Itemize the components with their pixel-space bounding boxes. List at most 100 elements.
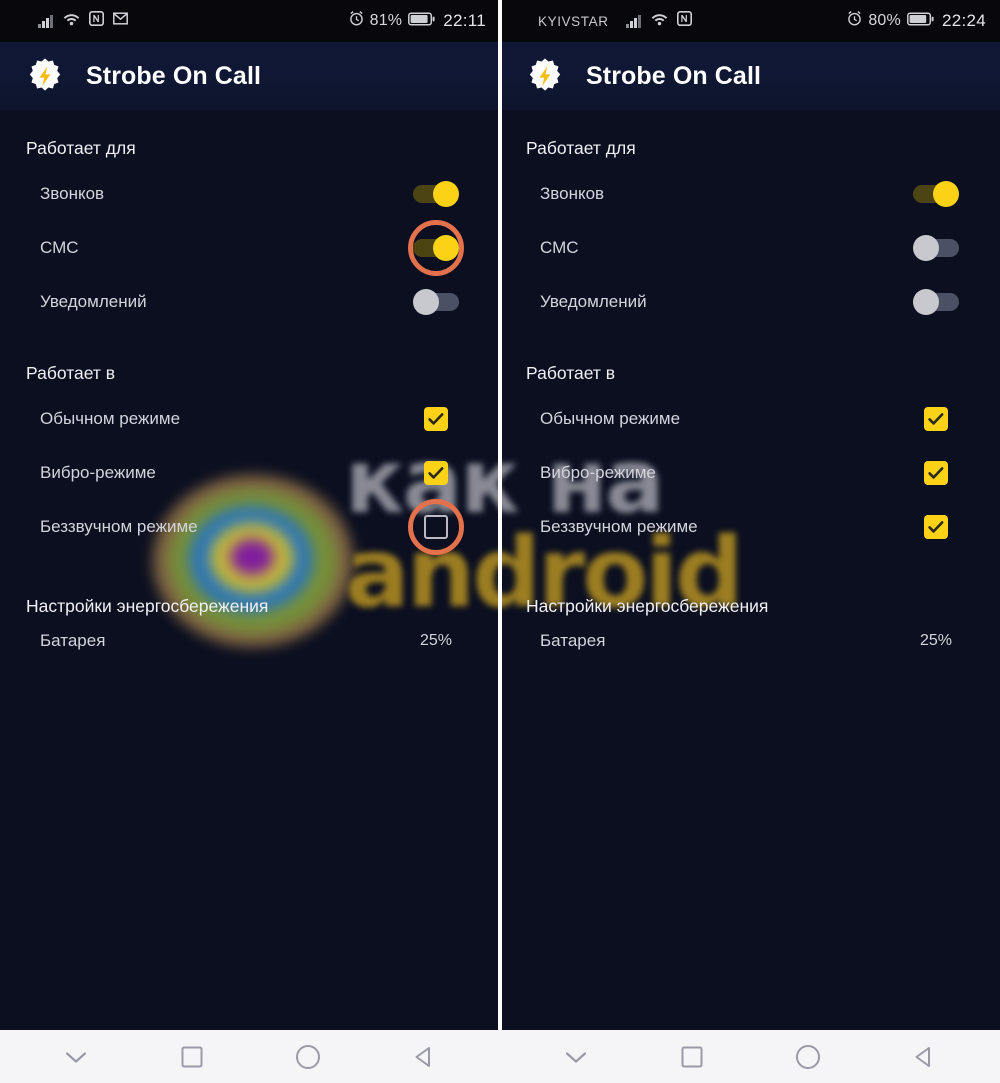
switch-wrap-calls-right[interactable] xyxy=(898,172,974,216)
row-value-battery-right: 25% xyxy=(919,632,952,649)
row-label-normal-mode-right: Обычном режиме xyxy=(540,409,681,428)
panel-divider xyxy=(498,0,502,1030)
lightning-badge-icon xyxy=(26,57,64,95)
home-button[interactable] xyxy=(280,1034,336,1080)
nfc-icon xyxy=(89,11,104,31)
navigation-bar-left xyxy=(0,1030,500,1083)
row-label-notifications-right: Уведомлений xyxy=(540,292,647,311)
row-value-battery-left: 25% xyxy=(419,632,452,649)
section-title-power-saving-left: Настройки энергосбережения xyxy=(26,596,269,616)
clock-left: 22:11 xyxy=(443,11,486,30)
carrier-label-right: KYIVSTAR xyxy=(538,13,609,29)
switch-sms-left[interactable] xyxy=(413,235,459,261)
row-calls-left[interactable]: Звонков xyxy=(26,167,474,221)
row-label-calls-right: Звонков xyxy=(540,184,605,203)
row-vibro-mode-right[interactable]: Вибро-режиме xyxy=(526,446,974,500)
row-label-normal-mode-left: Обычном режиме xyxy=(40,409,181,428)
checkbox-silent-mode-right[interactable] xyxy=(924,515,948,539)
recents-button[interactable] xyxy=(164,1034,220,1080)
switch-notifications-right[interactable] xyxy=(913,289,959,315)
section-title-works-in-left: Работает в xyxy=(26,363,116,383)
row-sms-left[interactable]: СМС xyxy=(26,220,474,276)
checkbox-vibro-mode-left[interactable] xyxy=(424,461,448,485)
row-label-silent-mode-left: Беззвучном режиме xyxy=(40,517,198,536)
recents-button[interactable] xyxy=(664,1034,720,1080)
switch-calls-right[interactable] xyxy=(913,181,959,207)
row-label-battery-right: Батарея xyxy=(540,631,606,650)
settings-content-left: Работает для Звонков СМС Уведомлений Раб… xyxy=(0,110,500,657)
hide-keyboard-button[interactable] xyxy=(48,1034,104,1080)
row-normal-mode-right[interactable]: Обычном режиме xyxy=(526,392,974,446)
gmail-icon xyxy=(113,12,128,30)
screenshot-root: как на android 81% 22:11 Strobe On Call … xyxy=(0,0,1000,1083)
status-bar-left: 81% 22:11 xyxy=(0,0,500,42)
home-button[interactable] xyxy=(780,1034,836,1080)
alarm-icon xyxy=(349,11,364,31)
checkbox-wrap-silent-mode-right[interactable] xyxy=(898,505,974,549)
checkbox-normal-mode-right[interactable] xyxy=(924,407,948,431)
app-title-left: Strobe On Call xyxy=(86,61,262,90)
switch-wrap-notifications-left[interactable] xyxy=(398,280,474,324)
signal-icon xyxy=(625,14,642,28)
row-notifications-right[interactable]: Уведомлений xyxy=(526,275,974,329)
switch-wrap-sms-right[interactable] xyxy=(898,226,974,270)
switch-wrap-calls-left[interactable] xyxy=(398,172,474,216)
checkbox-wrap-vibro-mode-left[interactable] xyxy=(398,451,474,495)
section-title-works-in-right: Работает в xyxy=(526,363,616,383)
back-button[interactable] xyxy=(396,1034,452,1080)
switch-notifications-left[interactable] xyxy=(413,289,459,315)
row-sms-right[interactable]: СМС xyxy=(526,221,974,275)
row-label-sms-right: СМС xyxy=(540,238,579,257)
row-label-vibro-mode-left: Вибро-режиме xyxy=(40,463,156,482)
row-vibro-mode-left[interactable]: Вибро-режиме xyxy=(26,446,474,500)
row-battery-right[interactable]: Батарея 25% xyxy=(526,625,974,657)
section-title-works-for-left: Работает для xyxy=(26,138,136,158)
row-normal-mode-left[interactable]: Обычном режиме xyxy=(26,392,474,446)
settings-content-right: Работает для Звонков СМС Уведомлений Раб… xyxy=(500,110,1000,657)
row-label-silent-mode-right: Беззвучном режиме xyxy=(540,517,698,536)
checkbox-vibro-mode-right[interactable] xyxy=(924,461,948,485)
section-title-works-for-right: Работает для xyxy=(526,138,636,158)
back-button[interactable] xyxy=(896,1034,952,1080)
status-bar-left-icons-right: KYIVSTAR xyxy=(538,11,847,31)
row-silent-mode-right[interactable]: Беззвучном режиме xyxy=(526,500,974,554)
battery-icon xyxy=(408,12,435,31)
checkbox-silent-mode-left[interactable] xyxy=(424,515,448,539)
switch-wrap-notifications-right[interactable] xyxy=(898,280,974,324)
status-bar-right: KYIVSTAR 80% 22:24 xyxy=(500,0,1000,42)
signal-icon xyxy=(38,14,54,28)
switch-sms-right[interactable] xyxy=(913,235,959,261)
app-title-right: Strobe On Call xyxy=(586,61,762,90)
status-bar-right-icons-right: 80% 22:24 xyxy=(847,11,986,31)
switch-calls-left[interactable] xyxy=(413,181,459,207)
row-battery-left[interactable]: Батарея 25% xyxy=(26,625,474,657)
hide-keyboard-button[interactable] xyxy=(548,1034,604,1080)
row-notifications-left[interactable]: Уведомлений xyxy=(26,275,474,329)
checkbox-wrap-vibro-mode-right[interactable] xyxy=(898,451,974,495)
nfc-icon xyxy=(676,11,692,31)
row-label-notifications-left: Уведомлений xyxy=(40,292,147,311)
row-calls-right[interactable]: Звонков xyxy=(526,167,974,221)
clock-right: 22:24 xyxy=(941,11,986,30)
checkbox-normal-mode-left[interactable] xyxy=(424,407,448,431)
section-title-power-saving-right: Настройки энергосбережения xyxy=(526,596,769,616)
row-silent-mode-left[interactable]: Беззвучном режиме xyxy=(26,499,474,555)
status-bar-left-icons xyxy=(38,11,349,31)
row-label-calls-left: Звонков xyxy=(40,184,105,203)
app-bar-right: Strobe On Call xyxy=(500,42,1000,110)
phone-panel-left: 81% 22:11 Strobe On Call Работает для Зв… xyxy=(0,0,500,1030)
app-bar-left: Strobe On Call xyxy=(0,42,500,110)
navigation-bar xyxy=(0,1030,1000,1083)
lightning-badge-icon xyxy=(526,57,564,95)
wifi-icon xyxy=(63,12,80,31)
checkbox-wrap-normal-mode-right[interactable] xyxy=(898,397,974,441)
row-label-battery-left: Батарея xyxy=(40,631,106,650)
checkbox-wrap-normal-mode-left[interactable] xyxy=(398,397,474,441)
row-label-vibro-mode-right: Вибро-режиме xyxy=(540,463,656,482)
wifi-icon xyxy=(651,12,668,31)
phone-panel-right: KYIVSTAR 80% 22:24 Strobe On Call Работа… xyxy=(500,0,1000,1030)
battery-percent-right: 80% xyxy=(868,12,901,29)
switch-wrap-sms-left[interactable] xyxy=(398,220,474,276)
status-bar-right-icons-left: 81% 22:11 xyxy=(349,11,486,31)
checkbox-wrap-silent-mode-left[interactable] xyxy=(398,499,474,555)
